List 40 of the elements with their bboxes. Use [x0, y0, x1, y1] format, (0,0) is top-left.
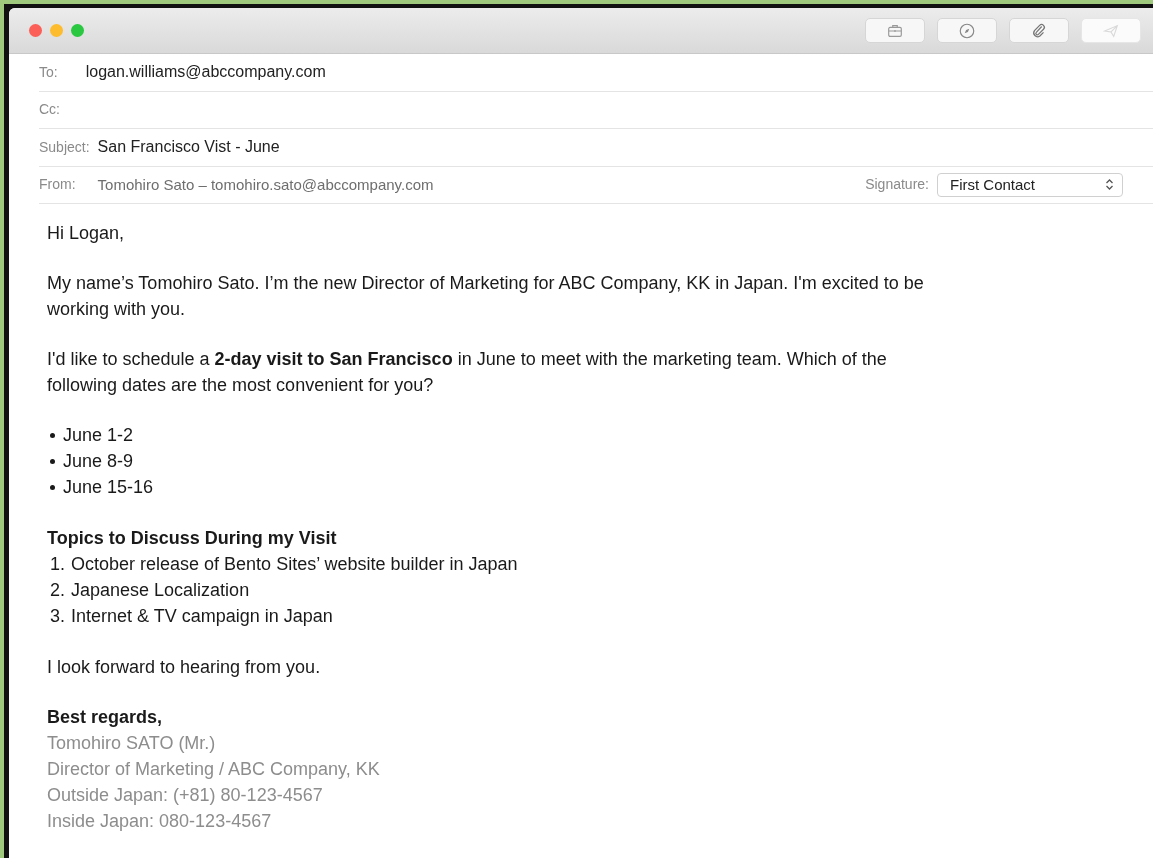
paragraph: My name’s Tomohiro Sato. I’m the new Director of Marketing for ABC Company, KK in Japan. I'm excited to be working with you. [47, 272, 925, 321]
field-label: Cc: [39, 100, 60, 120]
paperclip-button[interactable] [1009, 18, 1069, 43]
list-item: June 8-9 [63, 450, 134, 473]
bullet-icon [50, 458, 55, 464]
recipient-field[interactable]: logan.williams@abccompany.com [85, 60, 326, 85]
minimize-button[interactable] [50, 24, 63, 37]
signature-line: Tomohiro SATO (Mr.) [47, 732, 217, 755]
list-number: 3. [50, 605, 65, 628]
field-label: Signature: [865, 175, 929, 195]
list-number: 1. [50, 553, 65, 576]
list-item: June 1-2 [63, 424, 134, 447]
paragraph: Hi Logan, [47, 222, 126, 245]
bullet-icon [50, 432, 55, 438]
compass-icon [958, 21, 976, 40]
zoom-button[interactable] [71, 24, 84, 37]
field-label: To: [39, 62, 58, 82]
close-button[interactable] [29, 24, 42, 37]
sender-field[interactable]: Tomohiro Sato – tomohiro.sato@abccompany.com [97, 173, 434, 196]
signature-line: Outside Japan: (+81) 80-123-4567 [47, 784, 324, 807]
paperclip-icon [1030, 21, 1048, 40]
paragraph: I'd like to schedule a 2-day visit to San Francisco in June to meet with the marketing team. Which of the following dates are the most convenient for you? [47, 348, 888, 397]
signature-line: Director of Marketing / ABC Company, KK [47, 758, 381, 781]
closing-text: Best regards, [47, 706, 164, 729]
paragraph: I look forward to hearing from you. [47, 656, 322, 679]
list-item: Internet & TV campaign in Japan [71, 605, 333, 628]
list-item: Japanese Localization [71, 579, 250, 602]
section-heading: Topics to Discuss During my Visit [47, 527, 338, 550]
signature-select[interactable]: First Contact [937, 172, 1123, 197]
field-label: Subject: [39, 137, 90, 157]
signature-line: Inside Japan: 080-123-4567 [47, 810, 273, 833]
bullet-icon [50, 484, 55, 490]
subject-field[interactable]: San Francisco Vist - June [97, 135, 280, 160]
briefcase-button[interactable] [865, 18, 925, 43]
list-number: 2. [50, 579, 65, 602]
list-item: October release of Bento Sites’ website builder in Japan [71, 553, 518, 576]
chevron-icon [1105, 178, 1114, 192]
list-item: June 15-16 [63, 476, 154, 499]
field-label: From: [39, 175, 76, 195]
compass-button[interactable] [937, 18, 997, 43]
